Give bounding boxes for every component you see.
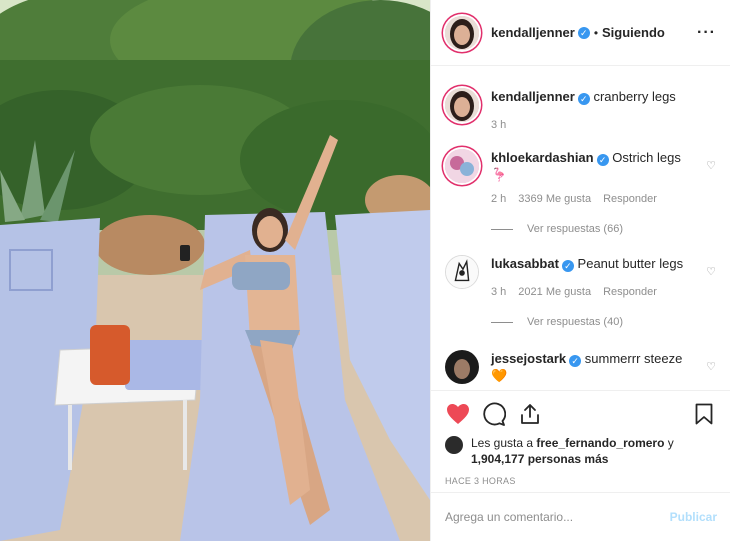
comment-avatar-image [446, 256, 478, 288]
caption-username[interactable]: kendalljenner [491, 89, 575, 104]
liker-username[interactable]: free_fernando_romero [536, 436, 664, 450]
comment-body: jessejostark ✓ summerrr steeze 🧡 [491, 350, 716, 384]
comment-emoji: 🦩 [491, 167, 508, 182]
share-icon[interactable] [517, 401, 543, 427]
bookmark-icon[interactable] [691, 401, 717, 427]
comment-avatar[interactable] [445, 149, 479, 183]
comment-input[interactable] [445, 510, 670, 524]
verified-badge-icon: ✓ [577, 93, 590, 105]
caption-text: cranberry legs [593, 89, 676, 104]
ellipsis-icon[interactable]: ··· [697, 24, 716, 42]
like-heart-icon[interactable] [445, 401, 471, 427]
likes-count[interactable]: 1,904,177 personas más [471, 452, 608, 466]
comment-meta: 3 h 2021 Me gusta Responder [491, 286, 694, 298]
header-text: kendalljenner ✓ • Siguiendo [491, 25, 665, 40]
comment-bubble-icon[interactable] [481, 401, 507, 427]
comment-text-line: jessejostark ✓ summerrr steeze 🧡 [491, 350, 694, 384]
comment-age[interactable]: 2 h [491, 193, 506, 205]
comment-text: Peanut butter legs [577, 256, 684, 271]
comment-like-heart-icon[interactable]: ♡ [706, 159, 716, 172]
comment-meta: 2 h 3369 Me gusta Responder [491, 193, 694, 205]
caption-age[interactable]: 3 h [491, 119, 506, 131]
view-replies-label: Ver respuestas (40) [527, 316, 623, 328]
comment-text: Ostrich legs [612, 150, 681, 165]
following-button[interactable]: Siguiendo [602, 25, 665, 40]
comment-likes[interactable]: 3369 Me gusta [518, 193, 591, 205]
reply-button[interactable]: Responder [603, 193, 657, 205]
comment-emoji: 🧡 [491, 368, 508, 383]
replies-divider [491, 321, 513, 323]
author-avatar[interactable] [445, 15, 479, 50]
comment-text-line: lukasabbat ✓ Peanut butter legs [491, 255, 694, 272]
author-avatar-image [445, 15, 479, 50]
liker-avatar[interactable] [445, 436, 463, 454]
caption: kendalljenner ✓ cranberry legs 3 h [445, 88, 716, 131]
comment-avatar-image [445, 149, 479, 183]
comment-avatar[interactable] [445, 350, 479, 384]
comment-item: khloekardashian ✓ Ostrich legs 🦩 2 h 3369… [445, 149, 716, 235]
action-icons [445, 399, 717, 429]
view-replies[interactable]: Ver respuestas (40) [491, 316, 694, 328]
reply-button[interactable]: Responder [603, 286, 657, 298]
post-header: kendalljenner ✓ • Siguiendo ··· [431, 0, 730, 66]
comment-text-line: khloekardashian ✓ Ostrich legs 🦩 [491, 149, 694, 183]
comment-like-heart-icon[interactable]: ♡ [706, 265, 716, 278]
comment-item: jessejostark ✓ summerrr steeze 🧡 ♡ [445, 350, 716, 384]
post-actions: Les gusta a free_fernando_romero y 1,904… [431, 390, 730, 486]
likes-prefix: Les gusta a [471, 436, 534, 450]
likes-joiner: y [667, 436, 674, 450]
verified-badge-icon: ✓ [561, 260, 574, 272]
view-replies-label: Ver respuestas (66) [527, 223, 623, 235]
author-username[interactable]: kendalljenner [491, 25, 575, 40]
photo-illustration [0, 0, 430, 541]
caption-avatar[interactable] [445, 88, 479, 122]
verified-badge-icon: ✓ [596, 154, 609, 166]
comment-avatar-image [445, 350, 479, 384]
view-replies[interactable]: Ver respuestas (66) [491, 223, 694, 235]
verified-badge-icon: ✓ [569, 355, 582, 367]
post-timestamp[interactable]: HACE 3 HORAS [445, 476, 717, 486]
comment-age[interactable]: 3 h [491, 286, 506, 298]
comment-body: khloekardashian ✓ Ostrich legs 🦩 2 h 3369… [491, 149, 716, 235]
header-separator: • [593, 25, 599, 40]
post-viewer: kendalljenner ✓ • Siguiendo ··· kendallj… [0, 0, 730, 541]
comment-username[interactable]: lukasabbat [491, 256, 559, 271]
caption-text-line: kendalljenner ✓ cranberry legs [491, 88, 694, 105]
caption-avatar-image [445, 88, 479, 122]
publish-button[interactable]: Publicar [670, 510, 717, 524]
post-photo[interactable] [0, 0, 430, 541]
comment-avatar[interactable] [445, 255, 479, 289]
likes-text: Les gusta a free_fernando_romero y 1,904… [471, 435, 674, 467]
comment-item: lukasabbat ✓ Peanut butter legs 3 h 2021 … [445, 255, 716, 328]
likes-summary: Les gusta a free_fernando_romero y 1,904… [445, 435, 717, 467]
post-side-panel: kendalljenner ✓ • Siguiendo ··· kendallj… [430, 0, 730, 541]
comment-username[interactable]: jessejostark [491, 351, 566, 366]
comment-body: lukasabbat ✓ Peanut butter legs 3 h 2021 … [491, 255, 716, 328]
add-comment-bar: Publicar [431, 492, 730, 541]
comment-username[interactable]: khloekardashian [491, 150, 594, 165]
comment-likes[interactable]: 2021 Me gusta [518, 286, 591, 298]
comment-text: summerrr steeze [584, 351, 683, 366]
replies-divider [491, 228, 513, 230]
comment-like-heart-icon[interactable]: ♡ [706, 360, 716, 373]
comments-list[interactable]: kendalljenner ✓ cranberry legs 3 h khloe… [431, 66, 730, 388]
caption-meta: 3 h [491, 119, 694, 131]
caption-body: kendalljenner ✓ cranberry legs 3 h [491, 88, 716, 131]
verified-badge-icon: ✓ [577, 26, 590, 39]
